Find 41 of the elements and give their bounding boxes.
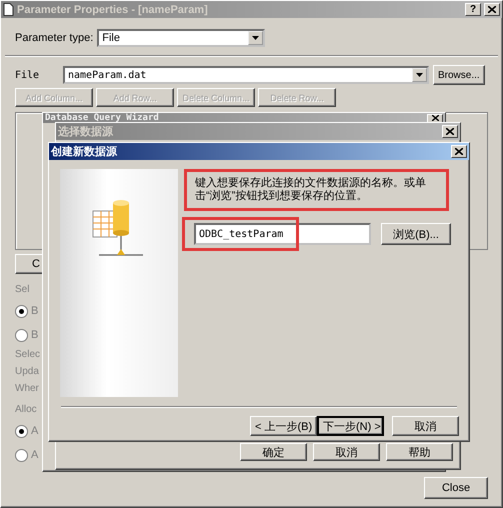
radio-button[interactable] [15,328,28,342]
window-title: Parameter Properties - [nameParam] [17,4,209,16]
browse-button[interactable]: 浏览(B)... [381,223,451,245]
close-dialog-button[interactable]: Close [424,477,488,499]
radio-label: B [31,329,38,341]
field-label: Upda [15,366,39,377]
dialog-button[interactable]: 确定 [240,443,307,461]
wizard-button[interactable]: 取消 [392,416,459,436]
browse-button[interactable]: Browse... [433,65,485,85]
close-icon [488,6,496,13]
window-title: 创建新数据源 [51,144,118,159]
parameter-type-dropdown[interactable]: File [97,29,266,47]
field-label: Wher [15,383,39,394]
group-label: Alloc [15,404,37,415]
wizard-button[interactable]: 下一步(N) > [317,416,384,436]
dropdown-arrow-icon [416,73,423,77]
file-label: File [15,70,40,80]
radio-label: A [31,449,38,461]
radio-button[interactable] [15,448,28,462]
window-title: 选择数据源 [58,124,114,139]
close-icon [455,148,463,155]
instruction-text: 键入想要保存此连接的文件数据源的名称。或单击“浏览”按钮找到想要保存的位置。 [195,177,427,203]
close-icon [432,115,438,121]
group-label: Sel [15,284,30,295]
dropdown-arrow-icon [252,36,260,40]
wizard-button[interactable]: < 上一步(B) [250,416,317,436]
dialog-button[interactable]: 帮助 [386,443,453,461]
parameter-type-label: Parameter type: [15,32,94,44]
close-icon [446,128,454,135]
radio-label: B [31,305,38,317]
window-title: Database Query Wizard [45,113,160,123]
radio-button[interactable] [15,304,28,318]
field-label: Selec [15,349,40,360]
radio-label: A [31,425,38,437]
dialog-button[interactable]: 取消 [313,443,380,461]
filename-dropdown[interactable]: nameParam.dat [63,66,429,84]
radio-button[interactable] [15,424,28,438]
document-icon [3,3,14,16]
close-button[interactable] [451,145,467,158]
button[interactable]: C [15,254,45,274]
name-field[interactable]: ODBC_testParam [194,223,371,245]
